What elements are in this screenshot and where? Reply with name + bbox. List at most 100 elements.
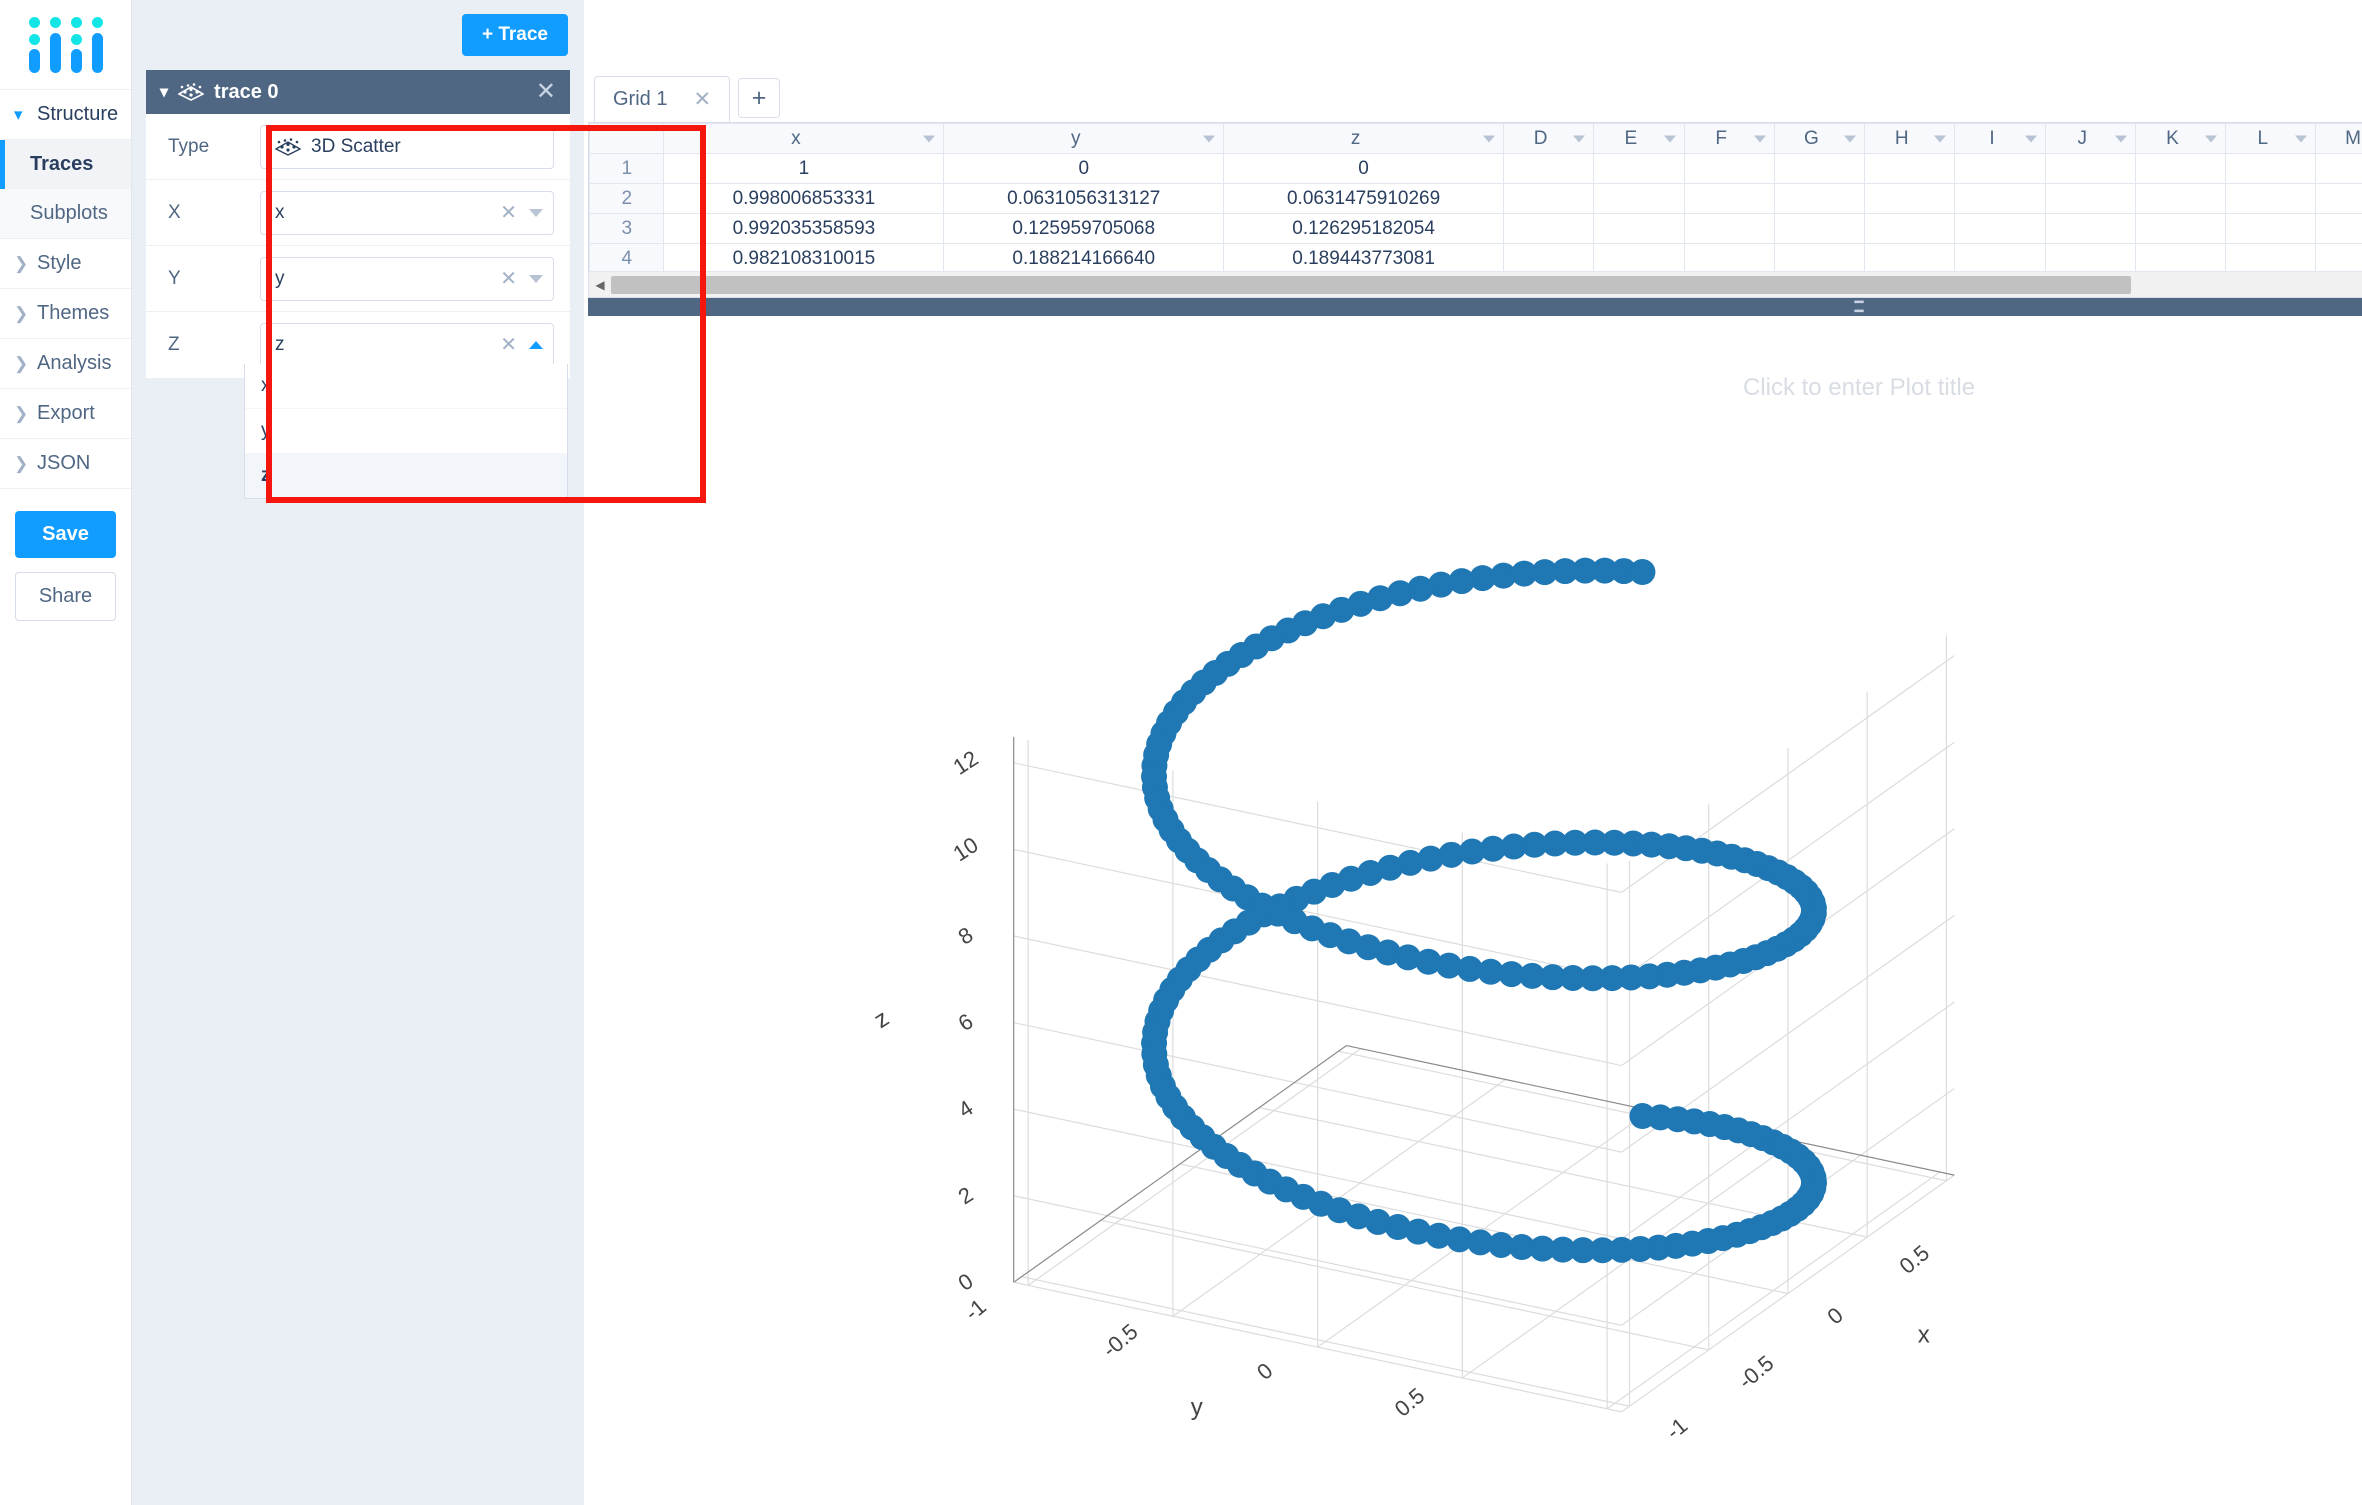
cell[interactable]: [1773, 183, 1866, 214]
chevron-down-icon[interactable]: ▾: [160, 82, 168, 102]
clear-icon[interactable]: ✕: [500, 269, 517, 289]
caret-down-icon[interactable]: [2114, 135, 2127, 142]
trace-header[interactable]: ▾ trace 0 ✕: [146, 70, 570, 114]
cell[interactable]: [1954, 153, 2046, 184]
scroll-thumb[interactable]: [611, 275, 2131, 294]
column-header-l[interactable]: L: [2225, 123, 2317, 154]
cell[interactable]: [2315, 213, 2362, 244]
caret-down-icon[interactable]: [923, 135, 936, 142]
column-header-f[interactable]: F: [1683, 123, 1775, 154]
cell[interactable]: [2315, 243, 2362, 274]
dropdown-option-x[interactable]: x: [245, 364, 567, 409]
caret-down-icon[interactable]: [1483, 135, 1495, 142]
cell[interactable]: [2225, 243, 2317, 274]
cell[interactable]: [1773, 213, 1866, 244]
cell-x[interactable]: 0.998006853331: [663, 183, 945, 214]
cell-y[interactable]: 0.188214166640: [943, 243, 1225, 274]
cell-z[interactable]: 0.0631475910269: [1223, 183, 1504, 214]
table-row[interactable]: 2 0.998006853331 0.0631056313127 0.06314…: [589, 183, 2362, 214]
column-header-m[interactable]: M: [2315, 123, 2362, 154]
table-row[interactable]: 1 1 0 0: [589, 153, 2362, 184]
trace-type-select[interactable]: 3D Scatter: [260, 124, 554, 169]
column-header-d[interactable]: D: [1502, 123, 1595, 154]
sidebar-item-structure[interactable]: ▾ Structure: [0, 90, 131, 139]
scroll-track[interactable]: [611, 275, 2362, 294]
column-header-e[interactable]: E: [1593, 123, 1685, 154]
cell[interactable]: [1864, 153, 1956, 184]
column-header-g[interactable]: G: [1773, 123, 1866, 154]
column-header-x[interactable]: x: [663, 123, 945, 154]
sidebar-item-subplots[interactable]: Subplots: [0, 189, 131, 238]
cell[interactable]: [2044, 243, 2136, 274]
cell[interactable]: [2315, 183, 2362, 214]
cell[interactable]: [1593, 213, 1685, 244]
column-header-z[interactable]: z: [1223, 123, 1504, 154]
cell[interactable]: [1864, 213, 1956, 244]
dropdown-option-y[interactable]: y: [245, 409, 567, 454]
cell-x[interactable]: 0.992035358593: [663, 213, 945, 244]
cell[interactable]: [1683, 213, 1775, 244]
plot-canvas[interactable]: Click to enter Plot title 0 2 4 6 8 10 12 z -1 -0…: [584, 316, 2362, 1501]
cell[interactable]: [2225, 213, 2317, 244]
cell[interactable]: [1502, 183, 1595, 214]
save-button[interactable]: Save: [15, 511, 116, 558]
add-grid-tab-button[interactable]: +: [738, 78, 781, 118]
cell[interactable]: [2225, 153, 2317, 184]
clear-icon[interactable]: ✕: [500, 203, 517, 223]
cell[interactable]: [2044, 153, 2136, 184]
cell[interactable]: [1864, 243, 1956, 274]
z-column-select[interactable]: z ✕: [260, 323, 554, 367]
chevron-up-icon[interactable]: [529, 341, 543, 349]
table-row[interactable]: 3 0.992035358593 0.125959705068 0.126295…: [589, 213, 2362, 244]
cell-x[interactable]: 1: [663, 153, 945, 184]
z-column-dropdown[interactable]: x y z: [244, 364, 568, 499]
cell[interactable]: [2134, 243, 2227, 274]
caret-down-icon[interactable]: [1934, 135, 1947, 142]
close-icon[interactable]: ✕: [693, 89, 711, 110]
column-header-h[interactable]: H: [1864, 123, 1956, 154]
sidebar-item-traces[interactable]: Traces: [0, 140, 131, 189]
y-column-select[interactable]: y ✕: [260, 256, 554, 301]
caret-down-icon[interactable]: [1663, 135, 1676, 142]
cell[interactable]: [1683, 243, 1775, 274]
column-header-y[interactable]: y: [943, 123, 1225, 154]
cell[interactable]: [2044, 213, 2136, 244]
cell[interactable]: [2315, 153, 2362, 184]
cell[interactable]: [1593, 243, 1685, 274]
column-header-k[interactable]: K: [2134, 123, 2227, 154]
cell-y[interactable]: 0.125959705068: [943, 213, 1225, 244]
cell[interactable]: [1683, 153, 1775, 184]
cell[interactable]: [1502, 213, 1595, 244]
cell[interactable]: [2225, 183, 2317, 214]
chevron-down-icon[interactable]: [529, 274, 543, 283]
cell-y[interactable]: 0.0631056313127: [943, 183, 1225, 214]
caret-down-icon[interactable]: [1844, 135, 1857, 142]
cell[interactable]: [1773, 243, 1866, 274]
cell[interactable]: [1593, 153, 1685, 184]
sidebar-item-analysis[interactable]: ❯ Analysis: [0, 339, 131, 388]
cell[interactable]: [1683, 183, 1775, 214]
close-icon[interactable]: ✕: [536, 80, 556, 104]
dropdown-option-z[interactable]: z: [245, 454, 567, 498]
scroll-left-icon[interactable]: ◀: [589, 278, 611, 292]
caret-down-icon[interactable]: [1573, 135, 1586, 142]
cell-y[interactable]: 0: [943, 153, 1225, 184]
chevron-down-icon[interactable]: [529, 208, 543, 217]
cell[interactable]: [2044, 183, 2136, 214]
sidebar-item-style[interactable]: ❯ Style: [0, 239, 131, 288]
cell[interactable]: [1502, 153, 1595, 184]
clear-icon[interactable]: ✕: [500, 335, 517, 355]
cell[interactable]: [2134, 153, 2227, 184]
grid-tab-grid-1[interactable]: Grid 1 ✕: [594, 76, 731, 122]
cell-z[interactable]: 0: [1223, 153, 1504, 184]
cell[interactable]: [2134, 213, 2227, 244]
sidebar-item-themes[interactable]: ❯ Themes: [0, 289, 131, 338]
sidebar-item-export[interactable]: ❯ Export: [0, 389, 131, 438]
cell[interactable]: [1954, 243, 2046, 274]
caret-down-icon[interactable]: [1203, 135, 1216, 142]
grid-horizontal-scrollbar[interactable]: ◀ ▶: [589, 271, 2362, 297]
share-button[interactable]: Share: [15, 572, 116, 621]
caret-down-icon[interactable]: [2024, 135, 2037, 142]
cell-z[interactable]: 0.126295182054: [1223, 213, 1504, 244]
caret-down-icon[interactable]: [2205, 135, 2218, 142]
